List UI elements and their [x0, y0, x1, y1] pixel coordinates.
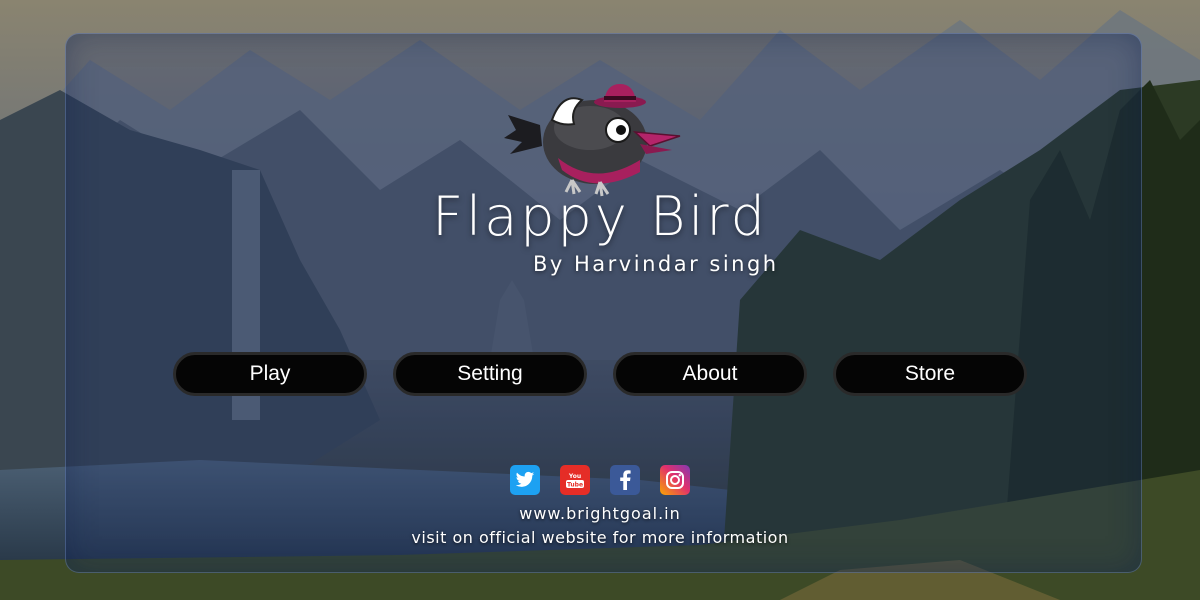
svg-text:You: You	[568, 473, 581, 480]
svg-text:Tube: Tube	[567, 482, 583, 489]
game-title: Flappy Bird	[432, 185, 768, 248]
facebook-icon[interactable]	[610, 465, 640, 495]
instagram-icon[interactable]	[660, 465, 690, 495]
info-text: visit on official website for more infor…	[411, 528, 789, 547]
store-button[interactable]: Store	[833, 352, 1027, 396]
about-button[interactable]: About	[613, 352, 807, 396]
bird-logo-icon	[504, 84, 681, 197]
setting-button[interactable]: Setting	[393, 352, 587, 396]
author-byline: By Harvindar singh	[533, 252, 779, 276]
twitter-icon[interactable]	[510, 465, 540, 495]
play-button[interactable]: Play	[173, 352, 367, 396]
website-link[interactable]: www.brightgoal.in	[0, 504, 1200, 523]
youtube-icon[interactable]: You Tube	[560, 465, 590, 495]
